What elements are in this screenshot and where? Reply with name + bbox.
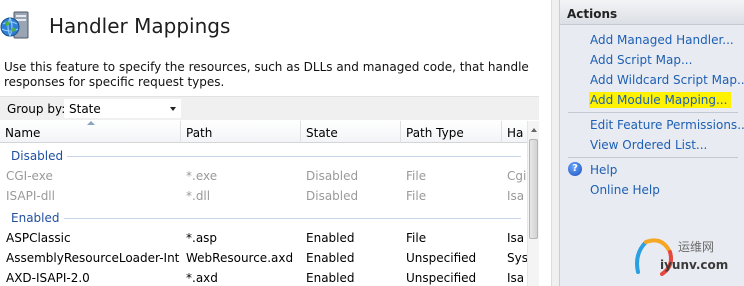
group-by-label: Group by: (7, 102, 66, 116)
group-label: Enabled (11, 211, 64, 225)
cell-name: ASPClassic (6, 231, 71, 245)
group-header-enabled[interactable]: Enabled (0, 206, 527, 228)
cell-handler: Isa (507, 231, 525, 245)
scrollbar-thumb[interactable] (529, 139, 538, 239)
main-pane: Handler Mappings Use this feature to spe… (0, 0, 551, 286)
cell-state: Enabled (306, 231, 355, 245)
cell-handler: Isa (507, 271, 525, 285)
page-description: Use this feature to specify the resource… (4, 60, 529, 89)
cell-handler: Cgi (507, 169, 527, 183)
cell-name: CGI-exe (6, 169, 53, 183)
cell-path: WebResource.axd (186, 251, 294, 265)
add-managed-handler-link[interactable]: Add Managed Handler... (590, 33, 734, 47)
add-script-map-link[interactable]: Add Script Map... (590, 53, 692, 67)
table-row[interactable]: AssemblyResourceLoader-Inte... WebResour… (0, 248, 527, 268)
group-divider (62, 218, 521, 219)
group-header-disabled[interactable]: Disabled (0, 144, 527, 166)
group-by-dropdown[interactable]: State (64, 99, 181, 118)
column-header-name[interactable]: Name (0, 121, 181, 143)
help-link[interactable]: Help (590, 163, 617, 177)
edit-feature-permissions-link[interactable]: Edit Feature Permissions... (590, 118, 744, 132)
table-row[interactable]: ASPClassic *.asp Enabled File Isa (0, 228, 527, 248)
cell-state: Enabled (306, 271, 355, 285)
view-ordered-list-link[interactable]: View Ordered List... (590, 138, 707, 152)
dropdown-arrow-icon (170, 107, 176, 111)
cell-name: AssemblyResourceLoader-Inte... (6, 251, 180, 265)
table-row[interactable]: CGI-exe *.exe Disabled File Cgi (0, 166, 527, 186)
column-header-path[interactable]: Path (181, 121, 301, 143)
cell-path-type: File (406, 189, 427, 203)
watermark-url: iyunv.com (660, 258, 729, 272)
cell-name: ISAPI-dll (6, 189, 55, 203)
cell-path: *.exe (186, 169, 218, 183)
page-title: Handler Mappings (49, 14, 231, 38)
sort-ascending-icon (87, 121, 95, 125)
column-header-state[interactable]: State (301, 121, 401, 143)
help-icon: ? (568, 162, 582, 176)
scroll-up-icon[interactable] (531, 128, 537, 132)
cell-path-type: File (406, 169, 427, 183)
cell-path-type: Unspecified (406, 271, 477, 285)
group-label: Disabled (11, 149, 68, 163)
actions-separator (568, 157, 738, 158)
add-module-mapping-link[interactable]: Add Module Mapping... (589, 92, 732, 108)
online-help-link[interactable]: Online Help (590, 183, 660, 197)
add-wildcard-script-map-link[interactable]: Add Wildcard Script Map... (590, 73, 744, 87)
column-header-path-type[interactable]: Path Type (401, 121, 502, 143)
cell-handler: Sys (507, 251, 527, 265)
grid-body: Disabled CGI-exe *.exe Disabled File Cgi… (0, 144, 527, 286)
cell-state: Disabled (306, 169, 359, 183)
grid-vertical-scrollbar[interactable] (527, 121, 539, 286)
actions-header: Actions (560, 0, 744, 25)
group-by-toolbar: Group by: State (0, 96, 539, 120)
cell-path-type: Unspecified (406, 251, 477, 265)
cell-name: AXD-ISAPI-2.0 (6, 271, 90, 285)
actions-separator (568, 112, 738, 113)
cell-path-type: File (406, 231, 427, 245)
cell-path: *.axd (186, 271, 218, 285)
watermark-text: 运维网 (678, 240, 715, 254)
handler-mappings-grid: Name Path State Path Type Ha Disabled CG… (0, 121, 539, 286)
grid-header: Name Path State Path Type Ha (0, 121, 527, 143)
group-by-value: State (69, 102, 101, 116)
cell-state: Enabled (306, 251, 355, 265)
column-header-handler[interactable]: Ha (502, 121, 527, 143)
table-row[interactable]: ISAPI-dll *.dll Disabled File Isa (0, 186, 527, 206)
pane-splitter[interactable] (551, 0, 559, 286)
handler-mappings-icon (0, 11, 29, 39)
watermark: 运维网 iyunv.com (624, 232, 744, 286)
cell-path: *.dll (186, 189, 211, 203)
group-divider (62, 156, 521, 157)
cell-path: *.asp (186, 231, 218, 245)
cell-state: Disabled (306, 189, 359, 203)
table-row[interactable]: AXD-ISAPI-2.0 *.axd Enabled Unspecified … (0, 268, 527, 286)
cell-handler: Isa (507, 189, 525, 203)
